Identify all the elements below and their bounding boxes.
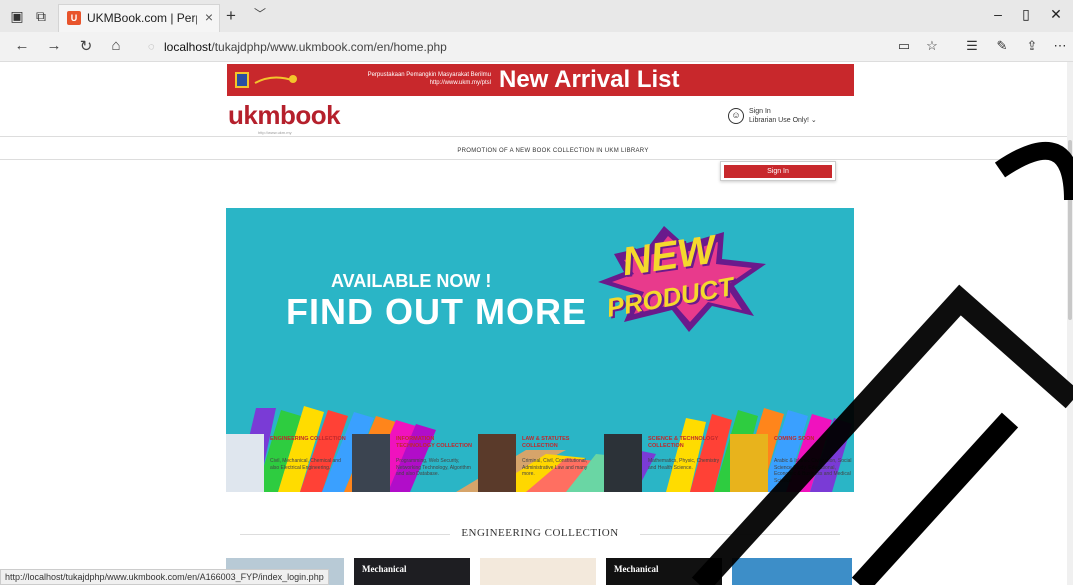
signin-popup: Sign In — [720, 161, 836, 181]
divider — [0, 159, 1073, 160]
collection-thumb — [478, 434, 516, 492]
more-icon[interactable]: ⋯ — [1050, 38, 1070, 54]
section-title: ENGINEERING COLLECTION — [461, 527, 619, 539]
collection-title: COMING SOON — [774, 436, 815, 442]
logo-tagline: http://www.ukm.my — [258, 130, 292, 135]
address-bar[interactable]: ◌ localhost/tukajdphp/www.ukmbook.com/en… — [144, 36, 854, 58]
reading-view-icon[interactable]: ▭ — [894, 38, 914, 54]
tab-preview-icon[interactable]: ⧉ — [32, 7, 50, 25]
forward-icon[interactable]: → — [44, 37, 64, 54]
collection-it[interactable]: INFORMATION TECHNOLOGY COLLECTION Progra… — [352, 434, 476, 496]
collection-desc: Mathematics, Physic, Chemistry and Healt… — [648, 458, 720, 471]
user-icon: ☺ — [728, 108, 744, 124]
book-cover[interactable] — [732, 558, 852, 585]
site-info-icon[interactable]: ◌ — [148, 36, 155, 58]
banner-tagline: Perpustakaan Pemangkin Masyarakat Berilm… — [367, 72, 491, 86]
book-cover[interactable]: Mechanical — [606, 558, 722, 585]
url-text: localhost/tukajdphp/www.ukmbook.com/en/h… — [164, 40, 447, 54]
maximize-icon[interactable]: ▯ — [1016, 6, 1036, 23]
favicon-icon: U — [67, 11, 81, 25]
new-arrival-banner: Perpustakaan Pemangkin Masyarakat Berilm… — [227, 64, 854, 96]
tab-actions-icon[interactable]: ▣ — [8, 7, 26, 25]
tab-strip: ▣ ⧉ U UKMBook.com | Perpus × + ﹀ – ▯ ✕ — [0, 0, 1073, 32]
navigation-bar: ← → ↻ ⌂ ◌ localhost/tukajdphp/www.ukmboo… — [0, 32, 1073, 62]
signin-button[interactable]: Sign In — [724, 165, 832, 178]
collection-desc: Programming, Web Security, Networking Te… — [396, 458, 471, 477]
page-content: Perpustakaan Pemangkin Masyarakat Berilm… — [0, 62, 1073, 585]
collection-thumb — [226, 434, 264, 492]
hero-available-now: AVAILABLE NOW ! — [331, 271, 492, 291]
promo-text: PROMOTION OF A NEW BOOK COLLECTION IN UK… — [457, 148, 649, 154]
tab-list-chevron-icon[interactable]: ﹀ — [254, 5, 266, 22]
vertical-scrollbar[interactable] — [1067, 62, 1073, 585]
banner-title: New Arrival List — [499, 66, 680, 93]
back-icon[interactable]: ← — [12, 37, 32, 54]
collection-thumb — [352, 434, 390, 492]
favorites-hub-icon[interactable]: ☰ — [962, 38, 982, 54]
tab-close-icon[interactable]: × — [205, 9, 213, 25]
minimize-icon[interactable]: – — [988, 6, 1008, 22]
collection-science[interactable]: SCIENCE & TECHNOLOGY COLLECTION Mathemat… — [604, 434, 728, 496]
ukmbook-logo[interactable]: ukmbook — [228, 100, 341, 131]
new-tab-icon[interactable]: + — [226, 6, 236, 26]
divider — [0, 136, 1073, 137]
tab-ukmbook[interactable]: U UKMBook.com | Perpus × — [58, 4, 220, 32]
signin-dropdown-label[interactable]: Librarian Use Only! ⌄ — [749, 116, 817, 124]
book-cover[interactable] — [480, 558, 596, 585]
favorite-star-icon[interactable]: ☆ — [922, 38, 942, 54]
home-icon[interactable]: ⌂ — [106, 37, 126, 54]
collection-thumb — [730, 434, 768, 492]
collection-title: LAW & STATUTES COLLECTION — [522, 436, 570, 449]
status-bar-url: http://localhost/tukajdphp/www.ukmbook.c… — [0, 569, 329, 585]
collection-engineering[interactable]: ENGINEERING COLLECTION Civil, Mechanical… — [226, 434, 350, 496]
collection-desc: Civil, Mechanical, Chemical and also Ele… — [270, 458, 341, 471]
divider — [640, 534, 840, 535]
close-window-icon[interactable]: ✕ — [1046, 6, 1066, 23]
refresh-icon[interactable]: ↻ — [76, 37, 96, 55]
collection-title: SCIENCE & TECHNOLOGY COLLECTION — [648, 436, 719, 449]
collection-title: INFORMATION TECHNOLOGY COLLECTION — [396, 436, 472, 449]
web-note-icon[interactable]: ✎ — [992, 38, 1012, 54]
collection-thumb — [604, 434, 642, 492]
signin-menu[interactable]: ☺ Sign In Librarian Use Only! ⌄ — [728, 108, 848, 128]
book-cover[interactable]: Mechanical — [354, 558, 470, 585]
hero-find-out-more: FIND OUT MORE — [286, 291, 587, 332]
collection-title: ENGINEERING COLLECTION — [270, 436, 346, 442]
scroll-thumb[interactable] — [1068, 140, 1072, 320]
tab-title: UKMBook.com | Perpus — [87, 11, 197, 25]
signin-label: Sign In — [749, 108, 771, 115]
collection-desc: Arabic & Islamic Civilization, Social Sc… — [774, 458, 852, 484]
browser-window: ▣ ⧉ U UKMBook.com | Perpus × + ﹀ – ▯ ✕ ←… — [0, 0, 1073, 585]
ukm-crest-icon — [235, 72, 297, 88]
collections-row: ENGINEERING COLLECTION Civil, Mechanical… — [226, 434, 854, 496]
collection-desc: Criminal, Civil, Constitutional, Adminis… — [522, 458, 588, 477]
share-icon[interactable]: ⇪ — [1022, 38, 1042, 54]
collection-law[interactable]: LAW & STATUTES COLLECTION Criminal, Civi… — [478, 434, 602, 496]
collection-coming-soon[interactable]: COMING SOON Arabic & Islamic Civilizatio… — [730, 434, 854, 496]
